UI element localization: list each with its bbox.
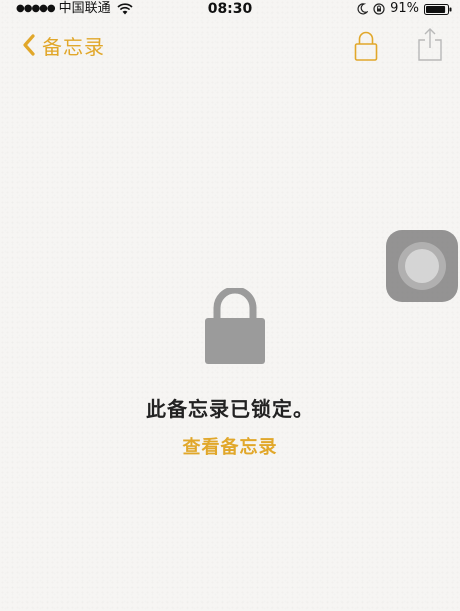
locked-message: 此备忘录已锁定。 [146, 397, 314, 421]
rotation-lock-icon [373, 3, 385, 15]
share-button[interactable] [417, 26, 443, 62]
view-note-link[interactable]: 查看备忘录 [183, 437, 278, 458]
status-bar: ●●●●● 中国联通 08:30 91% [0, 0, 460, 18]
assistive-touch-inner-ring [405, 249, 439, 283]
assistive-touch-button[interactable] [386, 230, 458, 302]
back-button[interactable]: 备忘录 [22, 32, 105, 59]
view-note-link-container: 查看备忘录 [0, 433, 460, 459]
navigation-bar: 备忘录 [0, 18, 460, 73]
lock-icon [354, 31, 378, 61]
chevron-left-icon [22, 34, 36, 56]
padlock-icon [203, 286, 267, 366]
battery-icon [424, 3, 452, 15]
battery-percent: 91% [390, 1, 419, 16]
status-right-group: 91% [356, 0, 452, 18]
share-icon [418, 28, 442, 61]
back-label: 备忘录 [42, 34, 105, 59]
moon-icon [356, 3, 369, 15]
lock-button[interactable] [354, 30, 378, 62]
